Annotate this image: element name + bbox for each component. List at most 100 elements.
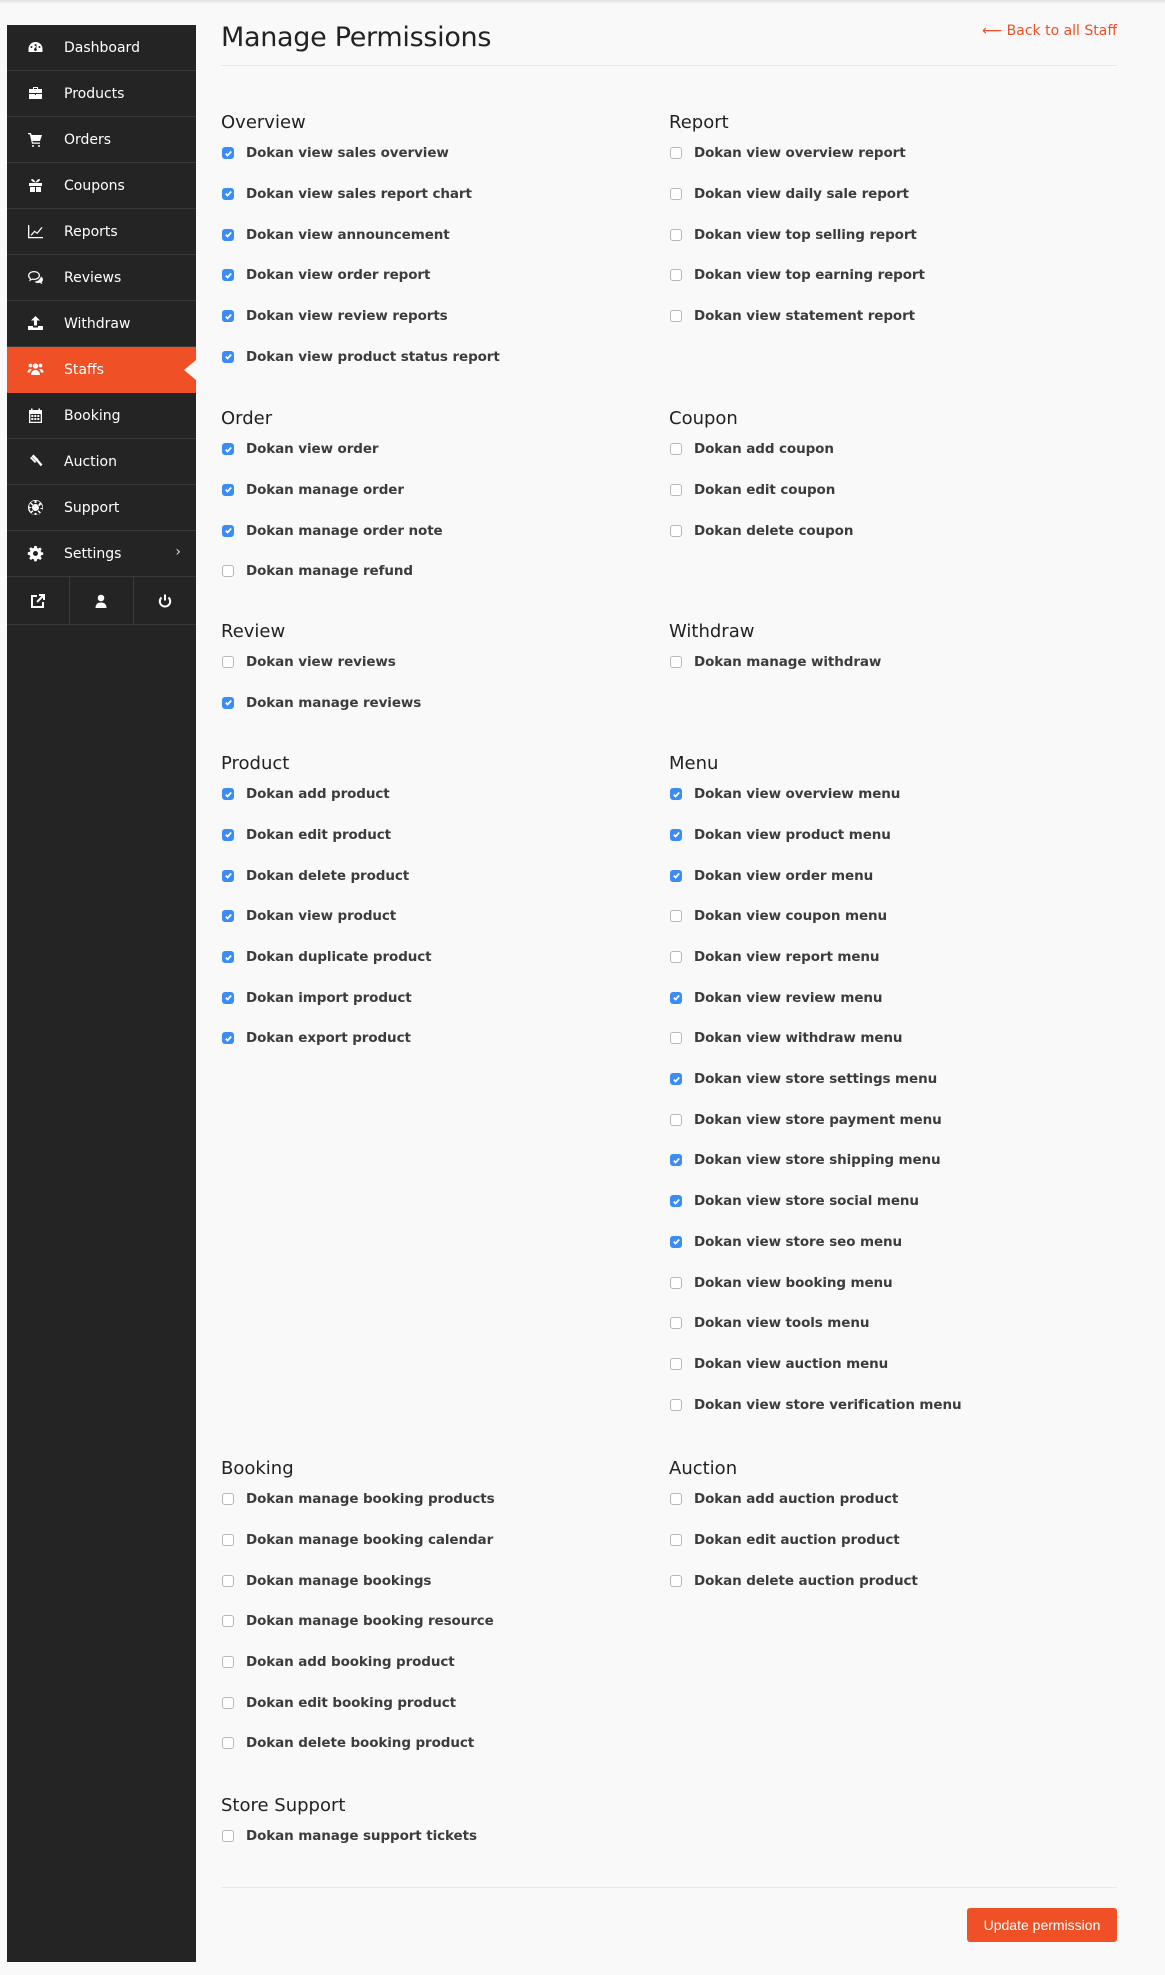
permission-checkbox[interactable] bbox=[222, 696, 234, 709]
permission-checkbox[interactable] bbox=[222, 269, 234, 282]
permission-item[interactable]: Dokan view withdraw menu bbox=[669, 1022, 1109, 1055]
permission-checkbox[interactable] bbox=[670, 1493, 682, 1506]
permission-item[interactable]: Dokan view store payment menu bbox=[669, 1104, 1109, 1137]
permission-checkbox[interactable] bbox=[222, 524, 234, 537]
permission-item[interactable]: Dokan delete coupon bbox=[669, 514, 1109, 547]
permission-item[interactable]: Dokan view statement report bbox=[669, 300, 1109, 333]
sidebar-item-booking[interactable]: Booking bbox=[7, 393, 196, 439]
sidebar-item-dashboard[interactable]: Dashboard bbox=[7, 25, 196, 71]
permission-item[interactable]: Dokan view store social menu bbox=[669, 1185, 1109, 1218]
permission-checkbox[interactable] bbox=[670, 1195, 682, 1208]
permission-item[interactable]: Dokan duplicate product bbox=[221, 941, 661, 974]
permission-item[interactable]: Dokan manage booking calendar bbox=[221, 1524, 661, 1557]
permission-checkbox[interactable] bbox=[670, 269, 682, 282]
permission-item[interactable]: Dokan view announcement bbox=[221, 218, 661, 251]
permission-checkbox[interactable] bbox=[670, 1073, 682, 1086]
permission-item[interactable]: Dokan manage refund bbox=[221, 555, 661, 588]
permission-item[interactable]: Dokan edit coupon bbox=[669, 474, 1109, 507]
permission-item[interactable]: Dokan view tools menu bbox=[669, 1307, 1109, 1340]
permission-item[interactable]: Dokan manage reviews bbox=[221, 687, 661, 720]
sidebar-item-support[interactable]: Support bbox=[7, 485, 196, 531]
permission-item[interactable]: Dokan view order menu bbox=[669, 859, 1109, 892]
permission-item[interactable]: Dokan view review menu bbox=[669, 981, 1109, 1014]
permission-item[interactable]: Dokan view store seo menu bbox=[669, 1226, 1109, 1259]
permission-checkbox[interactable] bbox=[670, 1533, 682, 1546]
permission-item[interactable]: Dokan view coupon menu bbox=[669, 900, 1109, 933]
profile-button[interactable] bbox=[70, 577, 134, 624]
permission-item[interactable]: Dokan delete auction product bbox=[669, 1564, 1109, 1597]
permission-item[interactable]: Dokan add booking product bbox=[221, 1646, 661, 1679]
permission-item[interactable]: Dokan manage order bbox=[221, 474, 661, 507]
permission-item[interactable]: Dokan delete booking product bbox=[221, 1727, 661, 1760]
permission-item[interactable]: Dokan delete product bbox=[221, 859, 661, 892]
permission-item[interactable]: Dokan view store settings menu bbox=[669, 1063, 1109, 1096]
permission-item[interactable]: Dokan manage booking products bbox=[221, 1483, 661, 1516]
permission-item[interactable]: Dokan view order bbox=[221, 433, 661, 466]
permission-item[interactable]: Dokan view top selling report bbox=[669, 218, 1109, 251]
permission-item[interactable]: Dokan manage booking resource bbox=[221, 1605, 661, 1638]
permission-checkbox[interactable] bbox=[222, 1493, 234, 1506]
sidebar-item-products[interactable]: Products bbox=[7, 71, 196, 117]
permission-checkbox[interactable] bbox=[222, 1737, 234, 1750]
permission-checkbox[interactable] bbox=[670, 1235, 682, 1248]
permission-item[interactable]: Dokan view product bbox=[221, 900, 661, 933]
permission-item[interactable]: Dokan edit auction product bbox=[669, 1524, 1109, 1557]
permission-checkbox[interactable] bbox=[222, 228, 234, 241]
permission-checkbox[interactable] bbox=[222, 1574, 234, 1587]
permission-item[interactable]: Dokan view booking menu bbox=[669, 1266, 1109, 1299]
permission-checkbox[interactable] bbox=[670, 910, 682, 923]
permission-item[interactable]: Dokan manage support tickets bbox=[221, 1820, 661, 1853]
permission-checkbox[interactable] bbox=[222, 443, 234, 456]
permission-item[interactable]: Dokan view daily sale report bbox=[669, 178, 1109, 211]
sidebar-item-auction[interactable]: Auction bbox=[7, 439, 196, 485]
permission-checkbox[interactable] bbox=[222, 828, 234, 841]
permission-item[interactable]: Dokan manage withdraw bbox=[669, 646, 1109, 679]
permission-item[interactable]: Dokan add coupon bbox=[669, 433, 1109, 466]
permission-checkbox[interactable] bbox=[670, 483, 682, 496]
permission-checkbox[interactable] bbox=[670, 1398, 682, 1411]
permission-checkbox[interactable] bbox=[222, 991, 234, 1004]
logout-button[interactable] bbox=[134, 577, 196, 624]
permission-item[interactable]: Dokan add product bbox=[221, 778, 661, 811]
permission-item[interactable]: Dokan view sales report chart bbox=[221, 178, 661, 211]
permission-checkbox[interactable] bbox=[670, 1574, 682, 1587]
permission-item[interactable]: Dokan edit booking product bbox=[221, 1686, 661, 1719]
permission-item[interactable]: Dokan view sales overview bbox=[221, 137, 661, 170]
permission-checkbox[interactable] bbox=[222, 350, 234, 363]
permission-checkbox[interactable] bbox=[670, 951, 682, 963]
permission-checkbox[interactable] bbox=[670, 1276, 682, 1289]
sidebar-item-reports[interactable]: Reports bbox=[7, 209, 196, 255]
permission-checkbox[interactable] bbox=[222, 910, 234, 923]
permission-item[interactable]: Dokan export product bbox=[221, 1022, 661, 1055]
permission-checkbox[interactable] bbox=[222, 147, 234, 160]
permission-checkbox[interactable] bbox=[670, 147, 682, 160]
permission-checkbox[interactable] bbox=[670, 187, 682, 200]
sidebar-item-coupons[interactable]: Coupons bbox=[7, 163, 196, 209]
permission-item[interactable]: Dokan view review reports bbox=[221, 300, 661, 333]
external-link-button[interactable] bbox=[7, 577, 71, 624]
permission-checkbox[interactable] bbox=[670, 1357, 682, 1370]
permission-checkbox[interactable] bbox=[670, 1317, 682, 1330]
permission-checkbox[interactable] bbox=[670, 788, 682, 801]
permission-checkbox[interactable] bbox=[670, 1154, 682, 1167]
permission-checkbox[interactable] bbox=[670, 310, 682, 322]
sidebar-item-reviews[interactable]: Reviews bbox=[7, 255, 196, 301]
permission-item[interactable]: Dokan manage order note bbox=[221, 514, 661, 547]
permission-item[interactable]: Dokan view store shipping menu bbox=[669, 1144, 1109, 1177]
permission-checkbox[interactable] bbox=[670, 524, 682, 537]
permission-checkbox[interactable] bbox=[670, 1032, 682, 1045]
permission-checkbox[interactable] bbox=[222, 788, 234, 801]
permission-checkbox[interactable] bbox=[222, 483, 234, 496]
permission-checkbox[interactable] bbox=[670, 228, 682, 241]
permission-checkbox[interactable] bbox=[222, 1656, 234, 1668]
permission-checkbox[interactable] bbox=[222, 869, 234, 882]
back-to-staff-link[interactable]: ⟵ Back to all Staff bbox=[982, 23, 1117, 39]
permission-item[interactable]: Dokan manage bookings bbox=[221, 1564, 661, 1597]
permission-checkbox[interactable] bbox=[670, 828, 682, 841]
permission-checkbox[interactable] bbox=[670, 656, 682, 669]
permission-item[interactable]: Dokan view product menu bbox=[669, 819, 1109, 852]
permission-checkbox[interactable] bbox=[222, 656, 234, 669]
permission-item[interactable]: Dokan view auction menu bbox=[669, 1348, 1109, 1381]
permission-item[interactable]: Dokan view store verification menu bbox=[669, 1388, 1109, 1421]
sidebar-item-settings[interactable]: Settings › bbox=[7, 531, 196, 577]
